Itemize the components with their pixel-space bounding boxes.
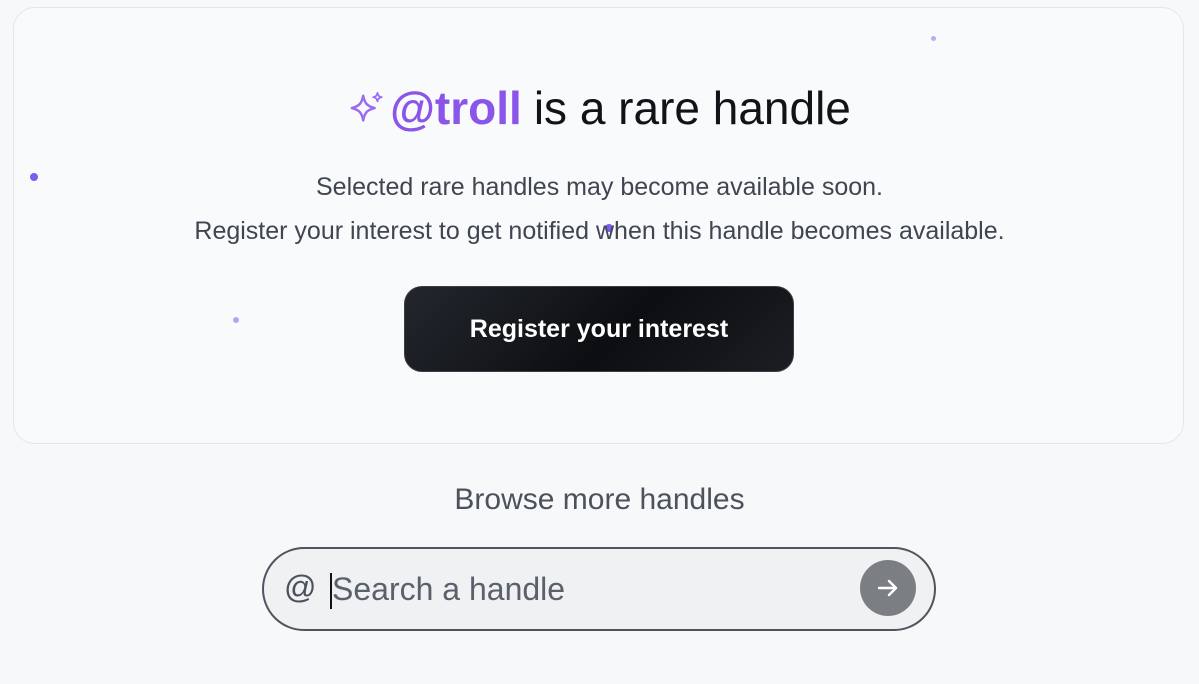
subtext-line-1: Selected rare handles may become availab… xyxy=(315,173,883,201)
decorative-dot xyxy=(931,36,936,41)
browse-title: Browse more handles xyxy=(454,483,745,516)
decorative-dot xyxy=(233,317,239,323)
handle-name: @troll xyxy=(390,82,522,134)
headline: @troll is a rare handle xyxy=(0,78,1199,138)
search-input[interactable] xyxy=(332,565,852,613)
search-submit-button[interactable] xyxy=(860,560,916,616)
at-prefix: @ xyxy=(284,569,317,605)
subtext-line-2: Register your interest to get notified w… xyxy=(194,217,1005,245)
register-interest-button[interactable]: Register your interest xyxy=(404,286,794,372)
search-box[interactable]: @ xyxy=(262,547,936,631)
page: @troll is a rare handle Selected rare han… xyxy=(0,0,1199,684)
arrow-right-icon xyxy=(877,579,898,597)
register-interest-label: Register your interest xyxy=(469,314,729,343)
sparkle-icon xyxy=(350,91,383,122)
headline-suffix: is a rare handle xyxy=(533,82,851,134)
